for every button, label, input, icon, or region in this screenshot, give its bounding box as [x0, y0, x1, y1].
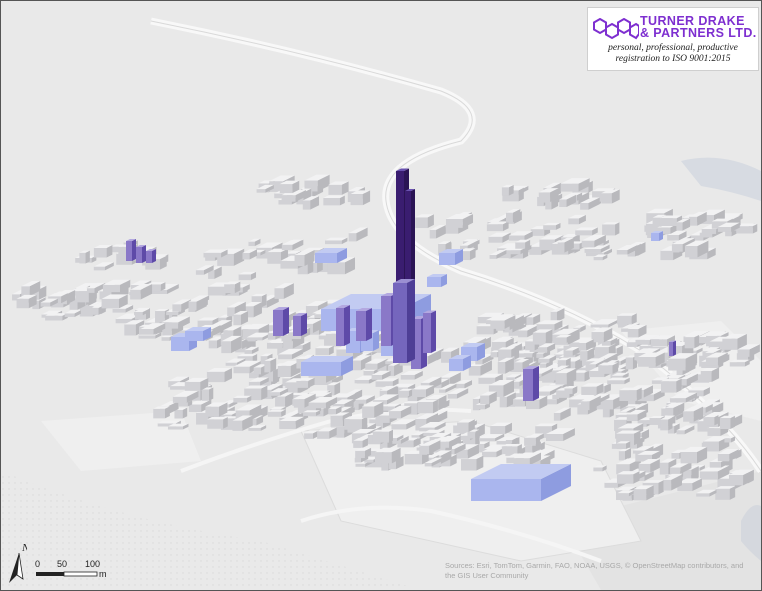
building [457, 419, 475, 433]
highlighted-building [449, 355, 471, 371]
highlighted-building [427, 274, 447, 287]
highlighted-tower [146, 249, 156, 263]
north-label: N [21, 542, 27, 554]
building [398, 388, 414, 397]
building [501, 184, 514, 196]
highlighted-tower [336, 305, 350, 346]
building [729, 359, 750, 367]
building [315, 345, 334, 356]
building [581, 383, 604, 395]
building [715, 486, 736, 500]
highlighted-tower [293, 313, 307, 336]
hexagon-logo-icon [593, 18, 639, 40]
scale-bar: 0 50 100 m [33, 559, 123, 589]
building [543, 222, 561, 230]
building [267, 409, 286, 417]
building [328, 181, 349, 195]
building [201, 387, 214, 401]
company-name: Turner Drake & Partners Ltd. [640, 15, 758, 40]
building [79, 250, 90, 264]
company-name-line2: & Partners Ltd. [640, 26, 757, 40]
building [417, 399, 438, 414]
building [233, 395, 252, 403]
building [501, 444, 522, 455]
map-attribution: Sources: Esri, TomTom, Garmin, FAO, NOAA… [445, 561, 744, 580]
building [575, 227, 598, 236]
highlighted-tower [523, 366, 539, 401]
building [153, 406, 170, 419]
highlighted-building [301, 356, 353, 376]
map-frame: Turner Drake & Partners Ltd. personal, p… [0, 0, 762, 591]
building [616, 471, 640, 484]
building [617, 313, 637, 325]
building [372, 429, 393, 443]
company-logo: Turner Drake & Partners Ltd. personal, p… [587, 7, 759, 71]
building [486, 221, 509, 232]
building [602, 222, 620, 236]
building [350, 190, 371, 206]
scale-unit: m [99, 569, 107, 579]
building [303, 410, 321, 416]
building [616, 441, 631, 450]
building [224, 281, 241, 294]
building [264, 357, 277, 373]
building [706, 414, 719, 426]
highlighted-tower [356, 308, 372, 341]
tagline-line1: personal, professional, productive [608, 43, 738, 53]
highlighted-building [185, 327, 211, 341]
building [532, 329, 553, 345]
highlighted-building [651, 231, 663, 241]
building [498, 347, 516, 358]
building [93, 245, 113, 258]
highlighted-tower [126, 239, 136, 261]
building [660, 417, 673, 431]
building [660, 378, 682, 393]
highlighted-tower [273, 307, 289, 336]
building [207, 416, 228, 429]
building [415, 214, 434, 229]
building [719, 415, 735, 429]
tower-base [393, 279, 415, 363]
building [91, 305, 103, 315]
building [633, 485, 654, 501]
building [619, 387, 642, 401]
highlighted-tower [423, 310, 436, 353]
tagline-line2: registration to ISO 9001:2015 [615, 54, 731, 64]
north-arrow-icon: N [9, 542, 27, 583]
building [344, 416, 368, 430]
highlighted-tower [669, 340, 676, 356]
building [598, 362, 619, 374]
building [524, 435, 540, 446]
highlighted-building [439, 249, 463, 265]
building [684, 334, 700, 349]
city-3d-scene[interactable] [1, 1, 761, 590]
company-tagline: personal, professional, productive regis… [590, 43, 756, 65]
building [206, 367, 232, 383]
building [607, 377, 630, 385]
building [323, 195, 345, 206]
building [45, 313, 68, 321]
highlighted-tower [136, 245, 146, 263]
